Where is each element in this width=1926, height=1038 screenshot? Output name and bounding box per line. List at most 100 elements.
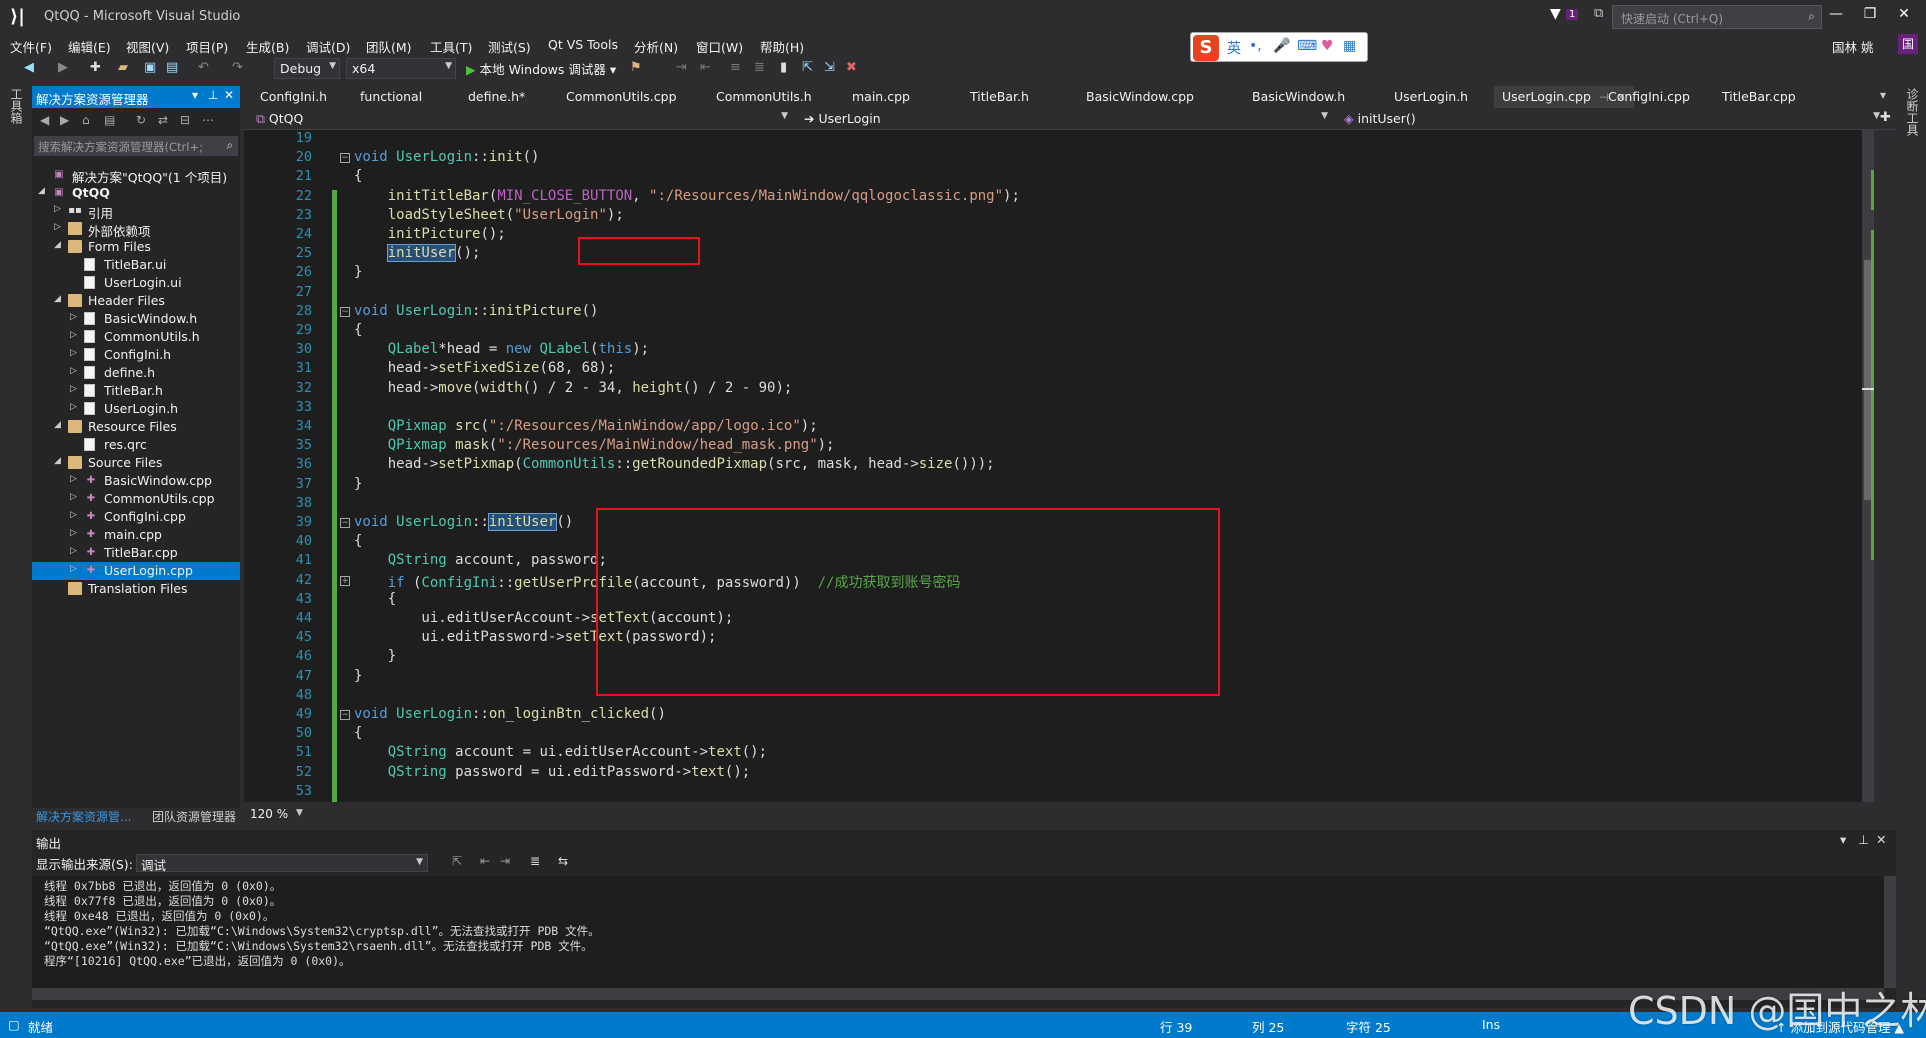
code-line[interactable]: {: [354, 725, 362, 741]
tree-item[interactable]: ▷ ConfigIni.h: [32, 346, 240, 364]
sync-icon[interactable]: ⇄: [158, 113, 168, 127]
tree-item[interactable]: ▷ UserLogin.h: [32, 400, 240, 418]
code-line[interactable]: QString password = ui.editPassword->text…: [354, 764, 750, 780]
menu-window[interactable]: 窗口(W): [696, 37, 743, 56]
code-line[interactable]: void UserLogin::init(): [354, 149, 539, 165]
expand-arrow-icon[interactable]: ▷: [70, 564, 80, 574]
save-all-icon[interactable]: ▤: [166, 60, 178, 75]
skin-icon[interactable]: ♥: [1321, 38, 1334, 54]
code-line[interactable]: head->setFixedSize(68, 68);: [354, 360, 616, 376]
diagnostic-tools-label[interactable]: 诊断工具: [1904, 88, 1921, 136]
home-icon[interactable]: ⌂: [82, 113, 90, 127]
collapse-all-icon[interactable]: ⊟: [180, 113, 190, 127]
expand-arrow-icon[interactable]: ▷: [70, 402, 80, 412]
redo-icon[interactable]: ↷: [232, 60, 243, 75]
code-line[interactable]: {: [354, 533, 362, 549]
tree-item[interactable]: ▷ 外部依赖项: [32, 220, 240, 239]
output-log[interactable]: 线程 0x7bb8 已退出，返回值为 0 (0x0)。 线程 0x77f8 已退出…: [32, 876, 1884, 988]
toolbox-grid-icon[interactable]: ▦: [1343, 38, 1356, 54]
tree-item[interactable]: ◢ Form Files: [32, 238, 240, 256]
editor-tab[interactable]: TitleBar.cpp: [1714, 86, 1804, 108]
expand-arrow-icon[interactable]: ▷: [70, 492, 80, 502]
tree-item[interactable]: UserLogin.ui: [32, 274, 240, 292]
toolbox-label[interactable]: 工具箱: [8, 88, 25, 124]
word-wrap-icon[interactable]: ⇆: [558, 854, 568, 868]
fold-collapse-icon[interactable]: −: [340, 153, 350, 163]
start-debugging-button[interactable]: ▶ 本地 Windows 调试器 ▾: [466, 59, 616, 78]
expand-arrow-icon[interactable]: ▷: [70, 312, 80, 322]
expand-arrow-icon[interactable]: ▷: [70, 366, 80, 376]
expand-arrow-icon[interactable]: ▷: [70, 546, 80, 556]
code-line[interactable]: initUser();: [354, 244, 480, 262]
fold-collapse-icon[interactable]: −: [340, 307, 350, 317]
tree-item[interactable]: ▷ ✚ TitleBar.cpp: [32, 544, 240, 562]
scope-dropdown[interactable]: ➔ UserLogin ▼: [798, 109, 1332, 129]
output-source-select[interactable]: 调试 ▼: [136, 854, 428, 873]
code-line[interactable]: QPixmap mask(":/Resources/MainWindow/hea…: [354, 437, 835, 453]
switch-views-icon[interactable]: ▤: [104, 113, 115, 127]
expand-arrow-icon[interactable]: ▷: [54, 204, 64, 214]
tree-item[interactable]: ▣ 解决方案"QtQQ"(1 个项目): [32, 166, 240, 185]
tree-item[interactable]: ▷ TitleBar.h: [32, 382, 240, 400]
menu-view[interactable]: 视图(V): [126, 37, 169, 56]
ime-punctuation-toggle[interactable]: •,: [1249, 38, 1262, 54]
notification-badge[interactable]: 1: [1566, 9, 1579, 20]
split-editor-icon[interactable]: ✚: [1880, 110, 1891, 125]
save-icon[interactable]: ▣: [144, 60, 156, 75]
code-line[interactable]: }: [354, 264, 362, 280]
tree-item[interactable]: ◢ Source Files: [32, 454, 240, 472]
project-dropdown[interactable]: ⧉ QtQQ ▼: [250, 109, 792, 129]
user-name[interactable]: 国林 姚: [1832, 37, 1873, 56]
fold-expand-icon[interactable]: +: [340, 576, 350, 586]
show-all-files-icon[interactable]: ⋯: [202, 113, 214, 127]
comment-icon[interactable]: ≡: [730, 60, 741, 75]
minimize-button[interactable]: —: [1822, 6, 1850, 26]
editor-tab[interactable]: define.h*: [460, 86, 533, 108]
tree-item[interactable]: ▷ ✚ BasicWindow.cpp: [32, 472, 240, 490]
forward-icon[interactable]: ▶: [58, 60, 68, 75]
expand-arrow-icon[interactable]: ▷: [70, 330, 80, 340]
menu-debug[interactable]: 调试(D): [306, 37, 350, 56]
ime-language-toggle[interactable]: 英: [1227, 38, 1241, 58]
breakpoints-icon[interactable]: ⇤: [700, 60, 711, 75]
editor-tab[interactable]: CommonUtils.cpp: [558, 86, 685, 108]
editor-tab[interactable]: ConfigIni.cpp: [1600, 86, 1698, 108]
member-dropdown[interactable]: ◈ initUser() ▼: [1338, 109, 1884, 129]
code-line[interactable]: QString account, password;: [354, 552, 607, 568]
new-project-icon[interactable]: ✚: [90, 60, 101, 75]
pending-changes-icon[interactable]: ↻: [136, 113, 146, 127]
code-line[interactable]: initTitleBar(MIN_CLOSE_BUTTON, ":/Resour…: [354, 188, 1020, 204]
feedback-icon[interactable]: ⧉: [1594, 6, 1603, 21]
editor-tab[interactable]: BasicWindow.cpp: [1078, 86, 1202, 108]
editor-tab[interactable]: UserLogin.h: [1386, 86, 1476, 108]
clear-all-icon[interactable]: ≣: [530, 854, 540, 868]
next-message-icon[interactable]: ⇥: [500, 854, 510, 868]
expand-arrow-icon[interactable]: ▷: [70, 348, 80, 358]
pin-icon[interactable]: ⊥: [208, 88, 218, 102]
expand-arrow-icon[interactable]: ▷: [70, 528, 80, 538]
tree-item[interactable]: ▷ BasicWindow.h: [32, 310, 240, 328]
fold-collapse-icon[interactable]: −: [340, 710, 350, 720]
user-avatar[interactable]: 国: [1898, 34, 1918, 54]
code-line[interactable]: initPicture();: [354, 226, 506, 242]
restore-button[interactable]: ❐: [1856, 6, 1884, 26]
expand-arrow-icon[interactable]: ▷: [70, 474, 80, 484]
menu-project[interactable]: 项目(P): [186, 37, 228, 56]
filter-icon[interactable]: ▼: [1550, 6, 1561, 22]
code-line[interactable]: void UserLogin::initPicture(): [354, 303, 598, 319]
editor-tab[interactable]: TitleBar.h: [962, 86, 1037, 108]
zoom-level[interactable]: 120 %: [250, 807, 288, 821]
close-button[interactable]: ✕: [1890, 6, 1918, 26]
tree-item[interactable]: ▷ ▪▪ 引用: [32, 202, 240, 221]
tree-item[interactable]: ▷ ✚ main.cpp: [32, 526, 240, 544]
open-folder-icon[interactable]: ▰: [118, 60, 128, 75]
code-line[interactable]: {: [354, 591, 396, 607]
menu-test[interactable]: 测试(S): [488, 37, 531, 56]
tree-item[interactable]: ◢ Resource Files: [32, 418, 240, 436]
tree-item[interactable]: ▷ define.h: [32, 364, 240, 382]
tab-team-explorer[interactable]: 团队资源管理器: [152, 808, 236, 825]
expand-arrow-icon[interactable]: ▷: [54, 222, 64, 232]
toolbox-strip[interactable]: 工具箱: [0, 82, 28, 1012]
tree-item[interactable]: res.qrc: [32, 436, 240, 454]
tab-solution-explorer[interactable]: 解决方案资源管...: [36, 808, 131, 825]
